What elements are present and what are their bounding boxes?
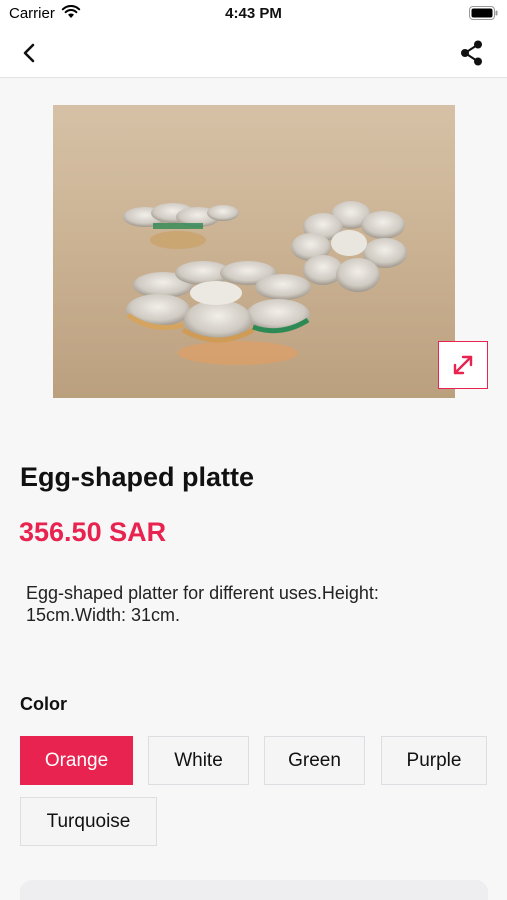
nav-bar [0, 28, 507, 78]
bottom-card [20, 880, 488, 900]
product-title: Egg-shaped platte [20, 462, 255, 492]
expand-arrows-icon [453, 355, 473, 375]
color-option-purple[interactable]: Purple [381, 736, 487, 785]
expand-image-button[interactable] [438, 341, 488, 389]
product-description: Egg-shaped platter for different uses.He… [26, 583, 379, 625]
product-price: 356.50 SAR [19, 517, 167, 547]
status-time: 4:43 PM [225, 5, 282, 22]
chevron-left-icon [23, 43, 35, 63]
battery-icon [469, 6, 498, 20]
color-option-green[interactable]: Green [264, 736, 365, 785]
color-label: Color [20, 694, 67, 714]
share-icon [461, 40, 482, 66]
status-bar: Carrier 4:43 PM [0, 0, 507, 28]
share-button[interactable] [457, 38, 487, 68]
color-option-orange[interactable]: Orange [20, 736, 133, 785]
color-option-turquoise[interactable]: Turquoise [20, 797, 157, 846]
product-photo [53, 105, 455, 398]
back-button[interactable] [14, 38, 44, 68]
product-image[interactable] [53, 105, 455, 398]
color-option-white[interactable]: White [148, 736, 249, 785]
